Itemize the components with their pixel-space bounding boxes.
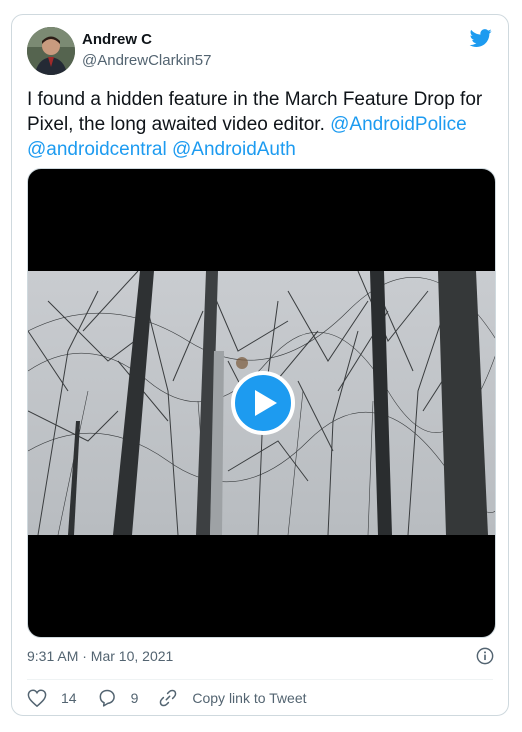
- play-icon: [255, 390, 277, 416]
- heart-icon: [27, 689, 47, 707]
- link-icon: [160, 689, 177, 707]
- mention-androidpolice[interactable]: @AndroidPolice: [330, 114, 467, 135]
- play-button[interactable]: [231, 371, 295, 435]
- mention-androidauth[interactable]: @AndroidAuth: [172, 139, 296, 160]
- tweet-card[interactable]: Andrew C @AndrewClarkin57 I found a hidd…: [11, 14, 509, 716]
- twitter-bird-icon[interactable]: [468, 27, 494, 49]
- action-bar: 14 9 Copy link to Tweet: [27, 687, 327, 709]
- mention-androidcentral[interactable]: @androidcentral: [27, 139, 167, 160]
- like-button[interactable]: 14: [27, 689, 77, 707]
- tweet-text: I found a hidden feature in the March Fe…: [27, 87, 497, 162]
- reply-count: 9: [130, 690, 139, 706]
- like-count: 14: [61, 690, 77, 706]
- copy-link-label: Copy link to Tweet: [192, 690, 307, 706]
- reply-icon: [99, 689, 115, 707]
- video-player[interactable]: [27, 168, 496, 638]
- author-handle[interactable]: @AndrewClarkin57: [82, 52, 211, 69]
- avatar[interactable]: [27, 27, 75, 75]
- info-icon[interactable]: [476, 647, 494, 665]
- divider: [27, 679, 493, 680]
- author-name[interactable]: Andrew C: [82, 31, 152, 48]
- tweet-timestamp[interactable]: 9:31 AM · Mar 10, 2021: [27, 648, 173, 664]
- copy-link-button[interactable]: Copy link to Tweet: [158, 688, 307, 708]
- reply-button[interactable]: 9: [97, 688, 139, 708]
